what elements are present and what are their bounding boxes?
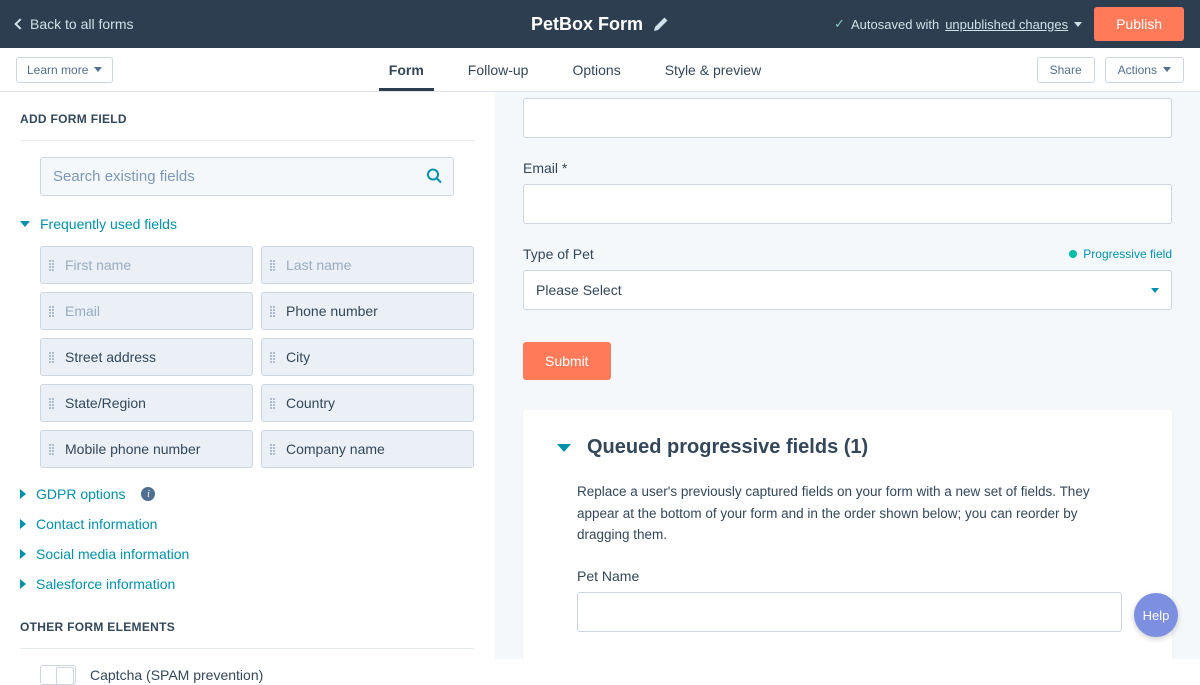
chevron-down-icon[interactable] bbox=[557, 444, 571, 452]
chevron-right-icon bbox=[20, 549, 26, 559]
main: ADD FORM FIELD Frequently used fields Fi… bbox=[0, 92, 1200, 659]
drag-icon bbox=[49, 398, 57, 409]
field-first-name[interactable]: First name bbox=[40, 246, 253, 284]
drag-icon bbox=[49, 260, 57, 271]
search-field-wrap bbox=[40, 157, 454, 196]
fields-grid: First name Last name Email Phone number … bbox=[40, 246, 474, 468]
drag-icon bbox=[270, 260, 278, 271]
lastname-input[interactable] bbox=[523, 98, 1172, 138]
search-input[interactable] bbox=[40, 157, 454, 196]
chevron-right-icon bbox=[20, 489, 26, 499]
captcha-label: Captcha (SPAM prevention) bbox=[90, 667, 263, 683]
group-gdpr[interactable]: GDPR options i bbox=[20, 486, 474, 502]
divider bbox=[20, 140, 474, 141]
learn-more-label: Learn more bbox=[27, 63, 88, 77]
edit-title-icon[interactable] bbox=[653, 16, 669, 32]
submit-button[interactable]: Submit bbox=[523, 342, 611, 380]
drag-icon bbox=[270, 306, 278, 317]
share-button[interactable]: Share bbox=[1037, 57, 1095, 83]
drag-icon bbox=[49, 352, 57, 363]
check-icon: ✓ bbox=[834, 16, 845, 32]
progressive-tag: Progressive field bbox=[1069, 247, 1172, 261]
queued-description: Replace a user's previously captured fie… bbox=[577, 481, 1122, 546]
drag-icon bbox=[49, 444, 57, 455]
email-block: Email * bbox=[523, 160, 1172, 224]
chevron-right-icon bbox=[20, 579, 26, 589]
petname-input[interactable] bbox=[577, 592, 1122, 632]
form-title-wrap: PetBox Form bbox=[531, 14, 669, 35]
typeofpet-label: Type of Pet bbox=[523, 246, 594, 262]
form-preview: Email * Type of Pet Progressive field Pl… bbox=[523, 98, 1172, 410]
autosave-status[interactable]: ✓ Autosaved with unpublished changes bbox=[834, 16, 1082, 32]
autosave-link[interactable]: unpublished changes bbox=[945, 17, 1068, 32]
form-title: PetBox Form bbox=[531, 14, 643, 35]
learn-more-button[interactable]: Learn more bbox=[16, 57, 113, 83]
field-company-name[interactable]: Company name bbox=[261, 430, 474, 468]
chevron-down-icon bbox=[20, 221, 30, 227]
caret-down-icon bbox=[1163, 67, 1171, 72]
lastname-block bbox=[523, 98, 1172, 138]
field-city[interactable]: City bbox=[261, 338, 474, 376]
back-to-forms-link[interactable]: Back to all forms bbox=[16, 16, 133, 32]
group-label: Contact information bbox=[36, 516, 157, 532]
autosave-prefix: Autosaved with bbox=[851, 17, 939, 32]
drag-icon bbox=[270, 444, 278, 455]
chevron-left-icon bbox=[14, 18, 25, 29]
topbar: Back to all forms PetBox Form ✓ Autosave… bbox=[0, 0, 1200, 48]
right-panel: Email * Type of Pet Progressive field Pl… bbox=[495, 92, 1200, 659]
drag-icon bbox=[270, 352, 278, 363]
queued-title: Queued progressive fields (1) bbox=[587, 436, 868, 459]
petname-block: Pet Name bbox=[577, 568, 1122, 632]
field-phone-number[interactable]: Phone number bbox=[261, 292, 474, 330]
tab-form[interactable]: Form bbox=[389, 50, 424, 90]
info-icon[interactable]: i bbox=[141, 487, 155, 501]
frequently-used-label: Frequently used fields bbox=[40, 216, 177, 232]
group-label: Salesforce information bbox=[36, 576, 175, 592]
field-email[interactable]: Email bbox=[40, 292, 253, 330]
field-last-name[interactable]: Last name bbox=[261, 246, 474, 284]
tab-options[interactable]: Options bbox=[572, 50, 620, 90]
field-state-region[interactable]: State/Region bbox=[40, 384, 253, 422]
group-label: Social media information bbox=[36, 546, 189, 562]
back-label: Back to all forms bbox=[30, 16, 133, 32]
caret-down-icon bbox=[1151, 288, 1159, 293]
typeofpet-select[interactable]: Please Select bbox=[523, 270, 1172, 310]
field-country[interactable]: Country bbox=[261, 384, 474, 422]
tabs: Form Follow-up Options Style & preview bbox=[389, 50, 761, 90]
actions-button[interactable]: Actions bbox=[1105, 57, 1184, 83]
tab-follow-up[interactable]: Follow-up bbox=[468, 50, 529, 90]
dot-icon bbox=[1069, 250, 1077, 258]
queued-progressive-card: Queued progressive fields (1) Replace a … bbox=[523, 410, 1172, 659]
group-salesforce[interactable]: Salesforce information bbox=[20, 576, 474, 592]
drag-icon bbox=[270, 398, 278, 409]
secondbar: Learn more Form Follow-up Options Style … bbox=[0, 48, 1200, 92]
captcha-toggle[interactable] bbox=[40, 665, 76, 685]
tab-style-preview[interactable]: Style & preview bbox=[665, 50, 761, 90]
caret-down-icon bbox=[1074, 22, 1082, 27]
add-field-heading: ADD FORM FIELD bbox=[20, 112, 474, 126]
left-panel: ADD FORM FIELD Frequently used fields Fi… bbox=[0, 92, 495, 659]
chevron-right-icon bbox=[20, 519, 26, 529]
email-input[interactable] bbox=[523, 184, 1172, 224]
drag-icon bbox=[49, 306, 57, 317]
publish-button[interactable]: Publish bbox=[1094, 7, 1184, 41]
other-elements-heading: OTHER FORM ELEMENTS bbox=[20, 620, 474, 634]
caret-down-icon bbox=[94, 67, 102, 72]
help-button[interactable]: Help bbox=[1134, 593, 1178, 637]
select-value: Please Select bbox=[536, 282, 622, 298]
divider bbox=[20, 648, 474, 649]
field-street-address[interactable]: Street address bbox=[40, 338, 253, 376]
group-social-media[interactable]: Social media information bbox=[20, 546, 474, 562]
group-label: GDPR options bbox=[36, 486, 125, 502]
actions-label: Actions bbox=[1118, 63, 1157, 77]
group-contact-info[interactable]: Contact information bbox=[20, 516, 474, 532]
email-label: Email * bbox=[523, 160, 567, 176]
captcha-row: Captcha (SPAM prevention) bbox=[40, 665, 474, 685]
petname-label: Pet Name bbox=[577, 568, 639, 584]
search-icon[interactable] bbox=[426, 167, 442, 186]
typeofpet-block: Type of Pet Progressive field Please Sel… bbox=[523, 246, 1172, 310]
field-mobile-phone-number[interactable]: Mobile phone number bbox=[40, 430, 253, 468]
frequently-used-toggle[interactable]: Frequently used fields bbox=[20, 216, 474, 232]
